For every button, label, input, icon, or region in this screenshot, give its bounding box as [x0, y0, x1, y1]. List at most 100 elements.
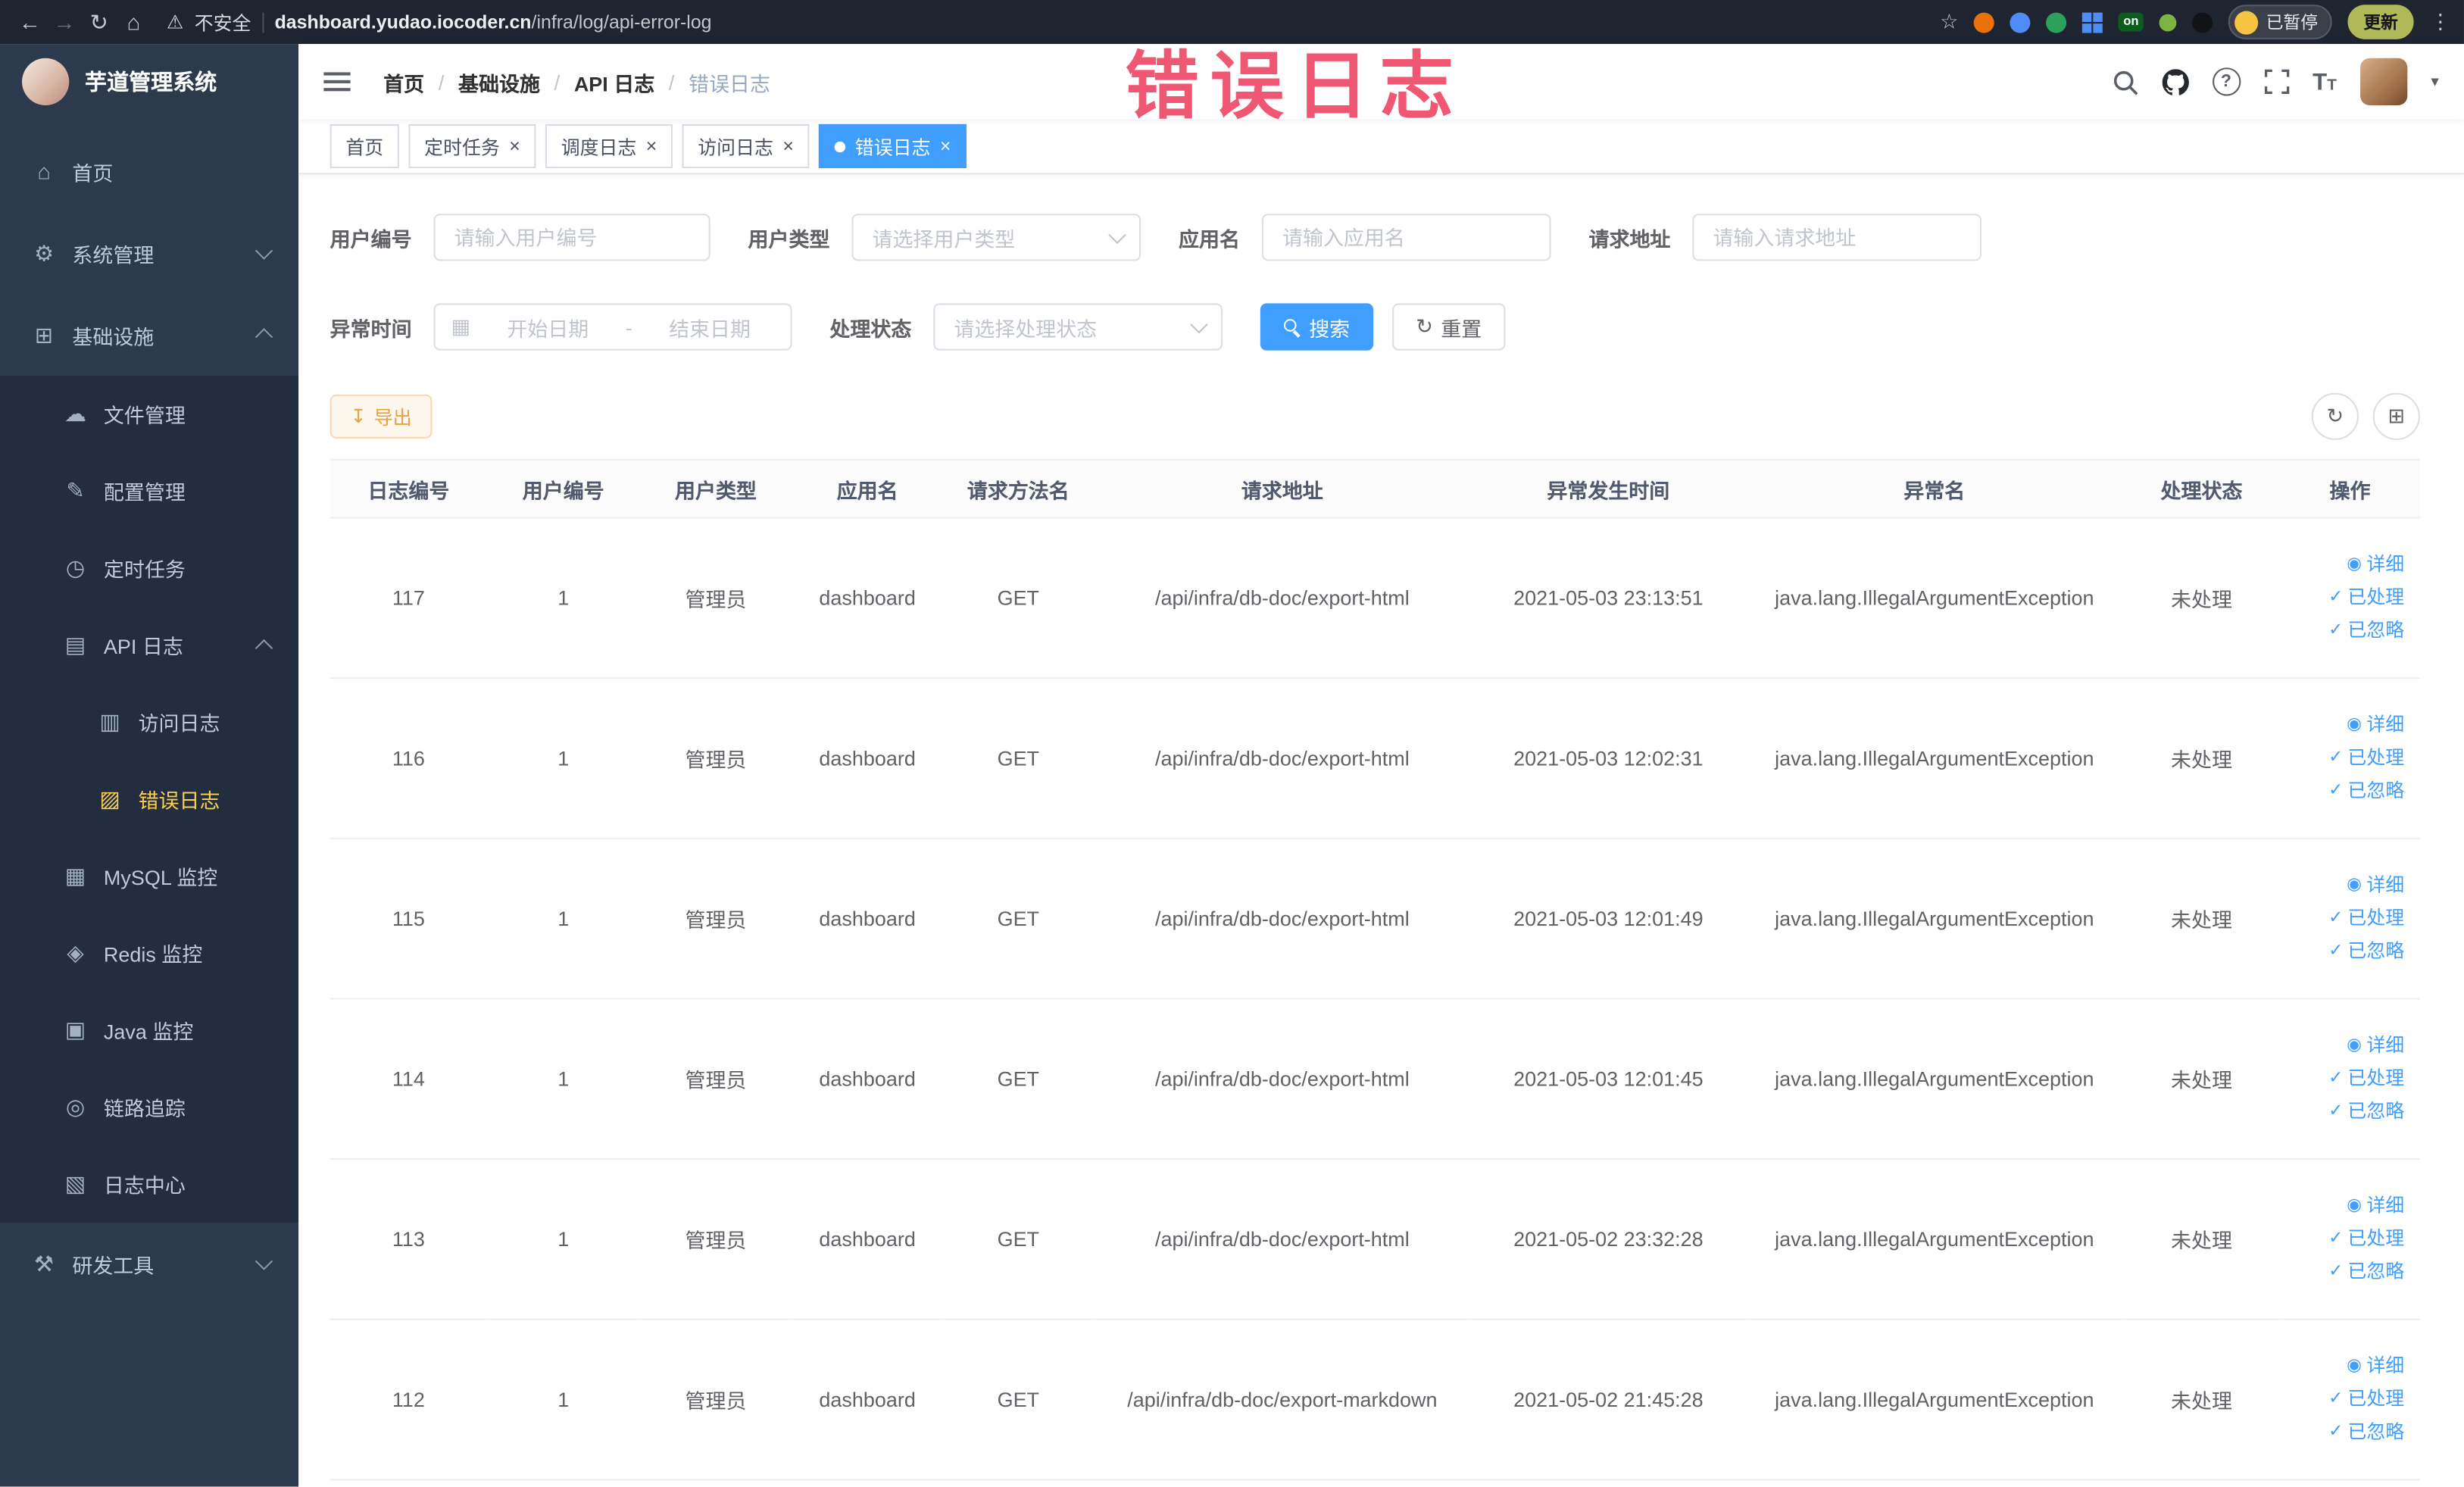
sidebar-item-trace[interactable]: ◎ 链路追踪: [0, 1069, 298, 1146]
sidebar-item-java-monitor[interactable]: ▣ Java 监控: [0, 992, 298, 1069]
tab-dispatch-log[interactable]: 调度日志 ×: [545, 123, 673, 168]
ignored-link[interactable]: ✓ 已忽略: [2293, 775, 2404, 808]
column-settings-button[interactable]: ⊞: [2372, 392, 2420, 440]
search-button[interactable]: 搜索: [1260, 303, 1374, 351]
cell-method: GET: [942, 517, 1094, 679]
caret-down-icon[interactable]: ▾: [2431, 73, 2438, 90]
security-label[interactable]: 不安全: [195, 8, 251, 35]
bookmark-star-icon[interactable]: ☆: [1940, 9, 1958, 34]
search-icon[interactable]: [2112, 68, 2138, 95]
forward-icon[interactable]: →: [47, 9, 82, 34]
sidebar-item-dev-tools[interactable]: ⚒ 研发工具: [0, 1223, 298, 1304]
processed-link[interactable]: ✓ 已处理: [2293, 582, 2404, 615]
close-icon[interactable]: ×: [646, 136, 657, 155]
sidebar-item-system-management[interactable]: ⚙ 系统管理: [0, 212, 298, 294]
extension-paw-icon[interactable]: [2192, 11, 2213, 33]
tab-home[interactable]: 首页: [329, 123, 399, 168]
process-status-select[interactable]: 请选择处理状态: [933, 303, 1223, 351]
cell-app: dashboard: [792, 517, 943, 679]
sidebar-item-access-log[interactable]: ▥ 访问日志: [0, 683, 298, 761]
user-type-select[interactable]: 请选择用户类型: [851, 214, 1141, 261]
processed-link[interactable]: ✓ 已处理: [2293, 1223, 2404, 1256]
processed-link[interactable]: ✓ 已处理: [2293, 742, 2404, 775]
breadcrumb-infrastructure[interactable]: 基础设施: [458, 67, 540, 96]
ignored-link[interactable]: ✓ 已忽略: [2293, 935, 2404, 968]
profile-chip[interactable]: 已暂停: [2228, 5, 2332, 39]
user-id-input[interactable]: [433, 214, 710, 261]
close-icon[interactable]: ×: [782, 136, 794, 155]
extension-blue-icon[interactable]: [2010, 11, 2031, 33]
sidebar-item-api-logs[interactable]: ▤ API 日志: [0, 607, 298, 684]
home-icon[interactable]: ⌂: [117, 9, 151, 34]
ignored-link[interactable]: ✓ 已忽略: [2293, 614, 2404, 648]
check-icon: ✓: [2328, 620, 2344, 640]
sidebar-item-redis-monitor[interactable]: ◈ Redis 监控: [0, 914, 298, 992]
check-icon: ✓: [2328, 1261, 2344, 1281]
detail-link[interactable]: ◉ 详细: [2293, 869, 2404, 902]
tab-scheduled-jobs[interactable]: 定时任务 ×: [408, 123, 536, 168]
request-url-input[interactable]: [1692, 214, 1982, 261]
url-text[interactable]: dashboard.yudao.iocoder.cn/infra/log/api…: [275, 11, 712, 33]
sidebar-item-config-management[interactable]: ✎ 配置管理: [0, 452, 298, 530]
sidebar: 芋道管理系统 ⌂ 首页 ⚙ 系统管理 ⊞ 基础设施 ☁ 文件管理 ✎ 配置管理 …: [0, 44, 299, 1487]
user-avatar[interactable]: [2359, 58, 2408, 105]
sidebar-item-error-log[interactable]: ▨ 错误日志: [0, 761, 298, 838]
close-icon[interactable]: ×: [509, 136, 520, 155]
fullscreen-icon[interactable]: [2264, 69, 2289, 95]
font-size-icon[interactable]: TT: [2313, 70, 2337, 93]
breadcrumb-home[interactable]: 首页: [383, 67, 424, 96]
sidebar-item-log-center[interactable]: ▧ 日志中心: [0, 1145, 298, 1223]
extension-leaf-icon[interactable]: [2159, 13, 2177, 31]
extension-orange-icon[interactable]: [1974, 11, 1995, 33]
detail-link[interactable]: ◉ 详细: [2293, 548, 2404, 582]
sidebar-item-mysql-monitor[interactable]: ▦ MySQL 监控: [0, 838, 298, 915]
cell-user-type: 管理员: [639, 838, 792, 1000]
filter-exception-time: 异常时间 ▦ 开始日期 - 结束日期: [330, 303, 792, 351]
github-icon[interactable]: [2162, 68, 2189, 95]
extension-on-badge[interactable]: on: [2119, 12, 2144, 32]
close-icon[interactable]: ×: [940, 136, 951, 155]
processed-link[interactable]: ✓ 已处理: [2293, 902, 2404, 936]
extension-grid-icon[interactable]: [2082, 11, 2103, 33]
filter-user-type: 用户类型 请选择用户类型: [748, 214, 1141, 261]
cell-actions: ◉ 详细 ✓ 已处理 ✓ 已忽略: [2280, 678, 2420, 839]
ignored-link[interactable]: ✓ 已忽略: [2293, 1095, 2404, 1129]
cell-user-id: 1: [487, 517, 640, 679]
refresh-table-button[interactable]: ↻: [2311, 392, 2359, 440]
app-name-input[interactable]: [1262, 214, 1551, 261]
tab-access-log[interactable]: 访问日志 ×: [682, 123, 810, 168]
sidebar-item-infrastructure[interactable]: ⊞ 基础设施: [0, 294, 298, 376]
check-icon: ✓: [2328, 941, 2344, 961]
browser-menu-icon[interactable]: ⋮: [2429, 9, 2451, 34]
detail-link[interactable]: ◉ 详细: [2293, 1350, 2404, 1383]
cell-exception: java.lang.IllegalArgumentException: [1745, 1319, 2123, 1481]
chevron-down-icon: [255, 242, 273, 260]
breadcrumb-api-logs[interactable]: API 日志: [574, 67, 654, 96]
extension-green-icon[interactable]: [2046, 11, 2067, 33]
export-button[interactable]: ↧ 导出: [329, 394, 433, 439]
reset-button[interactable]: ↻ 重置: [1392, 303, 1506, 351]
help-icon[interactable]: ?: [2212, 67, 2241, 96]
sidebar-item-file-management[interactable]: ☁ 文件管理: [0, 376, 298, 453]
date-range-picker[interactable]: ▦ 开始日期 - 结束日期: [433, 303, 792, 351]
sidebar-item-home[interactable]: ⌂ 首页: [0, 130, 298, 212]
processed-link[interactable]: ✓ 已处理: [2293, 1383, 2404, 1417]
back-icon[interactable]: ←: [13, 9, 48, 34]
sidebar-item-scheduled-jobs[interactable]: ◷ 定时任务: [0, 530, 298, 607]
hamburger-icon[interactable]: [323, 66, 358, 97]
reload-icon[interactable]: ↻: [82, 8, 117, 35]
update-button[interactable]: 更新: [2347, 5, 2414, 39]
processed-link[interactable]: ✓ 已处理: [2293, 1062, 2404, 1095]
cell-method: GET: [942, 678, 1094, 839]
address-bar[interactable]: ⚠ 不安全 dashboard.yudao.iocoder.cn/infra/l…: [167, 8, 1940, 35]
detail-link[interactable]: ◉ 详细: [2293, 709, 2404, 742]
tab-error-log[interactable]: 错误日志 ×: [819, 123, 967, 168]
ignored-link[interactable]: ✓ 已忽略: [2293, 1416, 2404, 1449]
app-logo[interactable]: 芋道管理系统: [0, 44, 298, 120]
screenshot-root: ← → ↻ ⌂ ⚠ 不安全 dashboard.yudao.iocoder.cn…: [0, 0, 2464, 1487]
detail-link[interactable]: ◉ 详细: [2293, 1029, 2404, 1063]
cell-method: GET: [942, 998, 1094, 1161]
java-monitor-icon: ▣: [64, 1017, 86, 1042]
detail-link[interactable]: ◉ 详细: [2293, 1189, 2404, 1223]
ignored-link[interactable]: ✓ 已忽略: [2293, 1256, 2404, 1289]
